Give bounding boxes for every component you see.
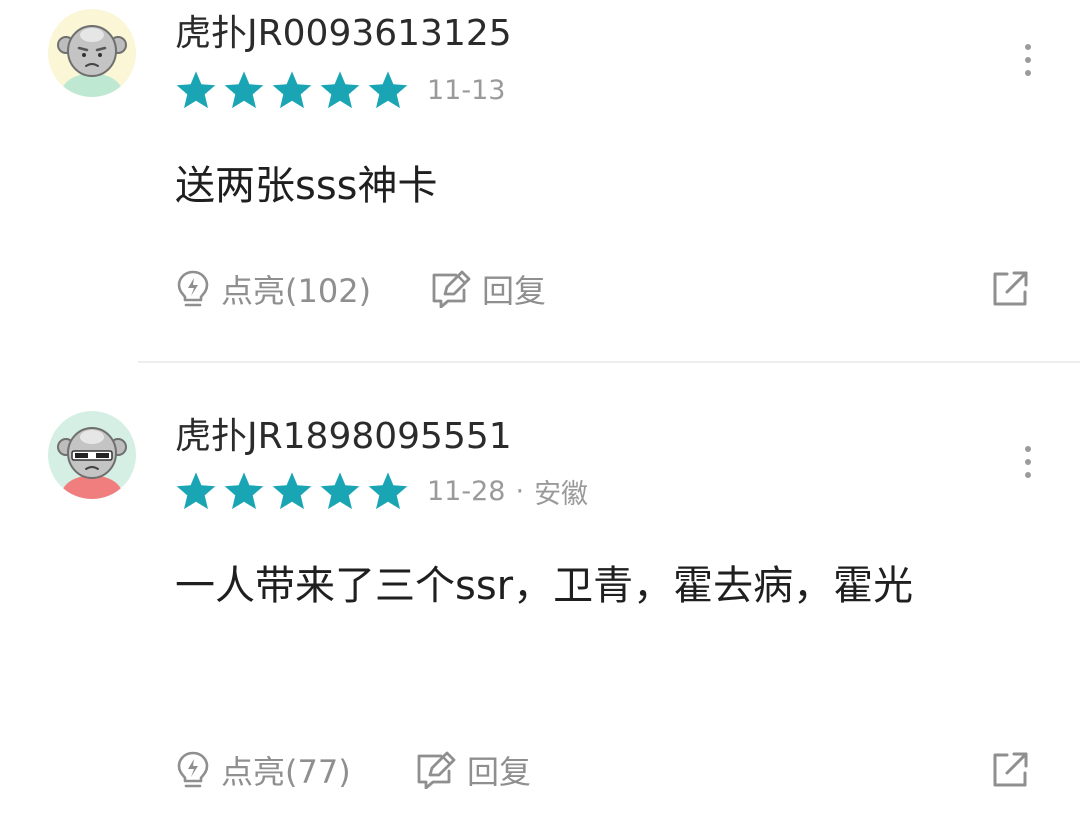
share-icon <box>993 271 1028 306</box>
like-button[interactable]: 点亮(77) <box>175 745 351 795</box>
reply-button[interactable]: 回复 <box>415 745 531 795</box>
star-rating <box>175 471 415 511</box>
username[interactable]: 虎扑JR1898095551 <box>175 415 512 459</box>
reply-button[interactable]: 回复 <box>430 264 546 314</box>
comment-location: 安徽 <box>534 478 589 510</box>
rating-row: 11-13 <box>175 68 505 112</box>
more-vertical-icon <box>1025 44 1031 50</box>
comment-text: 送两张sss神卡 <box>175 163 438 209</box>
meta-separator: · <box>515 475 525 507</box>
more-options-button[interactable] <box>1010 38 1046 82</box>
avatar[interactable] <box>48 411 136 499</box>
avatar-image <box>57 427 127 499</box>
reply-label: 回复 <box>482 272 547 310</box>
star-icon <box>176 472 216 510</box>
comment-meta: 11-13 <box>427 75 505 106</box>
lightbulb-icon <box>177 270 209 307</box>
star-icon <box>320 472 360 510</box>
star-icon <box>368 71 408 109</box>
share-button[interactable] <box>990 264 1040 314</box>
more-vertical-icon <box>1025 446 1031 452</box>
more-options-button[interactable] <box>1010 440 1046 484</box>
star-icon <box>368 472 408 510</box>
avatar[interactable] <box>48 9 136 97</box>
star-icon <box>224 472 264 510</box>
reply-label: 回复 <box>467 753 532 791</box>
like-button[interactable]: 点亮(102) <box>175 264 371 314</box>
star-icon <box>176 71 216 109</box>
comment-meta: 11-28 · 安徽 <box>427 472 588 511</box>
lightbulb-icon <box>177 751 209 788</box>
comment-item: 虎扑JR0093613125 11-13 送两张sss神卡 点亮(102) 回复 <box>0 0 1080 362</box>
like-label: 点亮(102) <box>221 272 372 310</box>
star-icon <box>224 71 264 109</box>
comment-date: 11-28 <box>427 475 506 507</box>
rating-row: 11-28 · 安徽 <box>175 469 588 513</box>
comment-actions: 点亮(77) 回复 <box>175 745 1035 795</box>
share-icon <box>993 752 1028 787</box>
comment-item: 虎扑JR1898095551 11-28 · 安徽 一人带来了三个ssr，卫青，… <box>0 363 1080 829</box>
star-icon <box>272 472 312 510</box>
star-rating <box>175 70 415 110</box>
like-label: 点亮(77) <box>221 753 351 791</box>
avatar-image <box>57 25 127 97</box>
edit-icon <box>432 270 471 308</box>
star-icon <box>272 71 312 109</box>
comment-date: 11-13 <box>427 74 506 106</box>
share-button[interactable] <box>990 745 1040 795</box>
star-icon <box>320 71 360 109</box>
edit-icon <box>417 751 456 789</box>
comment-text: 一人带来了三个ssr，卫青，霍去病，霍光 <box>175 563 914 609</box>
comment-actions: 点亮(102) 回复 <box>175 264 1035 314</box>
username[interactable]: 虎扑JR0093613125 <box>175 12 512 56</box>
